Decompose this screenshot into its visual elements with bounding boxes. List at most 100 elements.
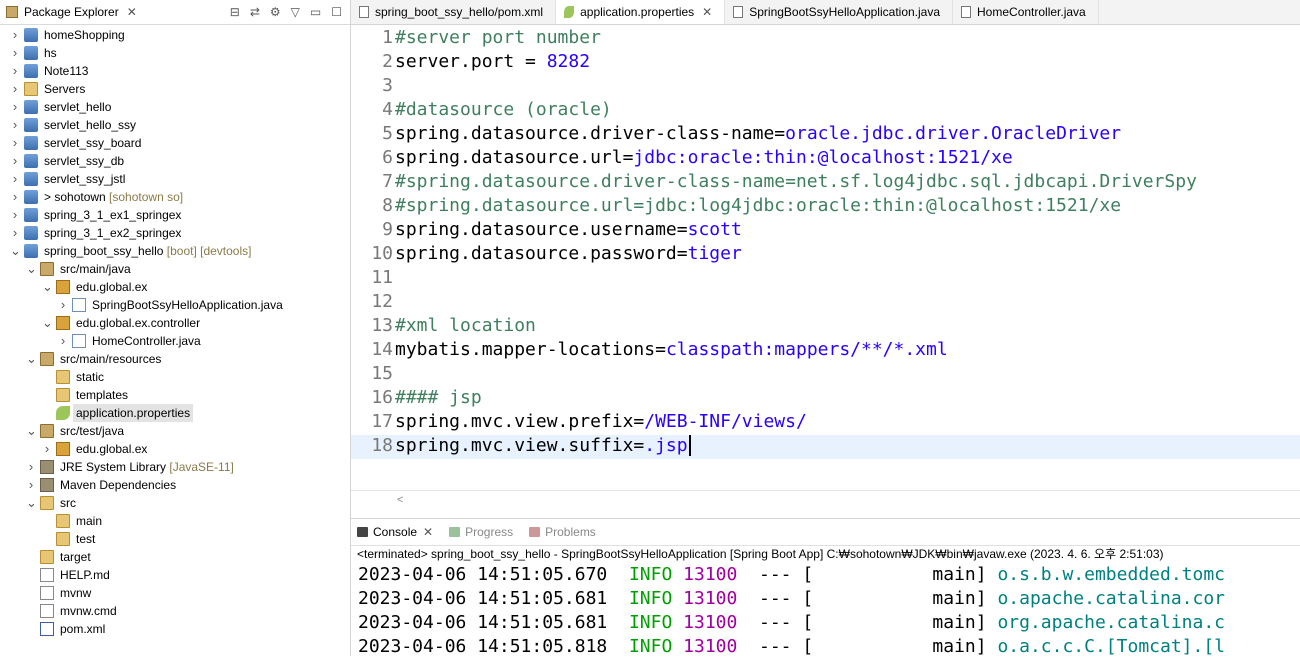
code-line[interactable]: spring.datasource.username=scott [395, 219, 742, 240]
chevron-down-icon[interactable]: ⌄ [42, 314, 53, 332]
tree-item[interactable]: mvnw.cmd [0, 602, 350, 620]
tree-item[interactable]: static [0, 368, 350, 386]
code-line[interactable]: #### jsp [395, 387, 482, 408]
tree-item[interactable]: › servlet_ssy_jstl [0, 170, 350, 188]
chevron-down-icon[interactable]: ⌄ [26, 422, 37, 440]
tree-item[interactable]: templates [0, 386, 350, 404]
console-tab-progress[interactable]: Progress [443, 519, 523, 545]
chevron-down-icon[interactable]: ⌄ [10, 242, 21, 260]
code-line[interactable]: mybatis.mapper-locations=classpath:mappe… [395, 339, 948, 360]
tree-item[interactable]: › servlet_ssy_db [0, 152, 350, 170]
tree-item[interactable]: main [0, 512, 350, 530]
chevron-right-icon[interactable]: › [10, 224, 20, 242]
tree-item[interactable]: › servlet_ssy_board [0, 134, 350, 152]
link-editor-icon[interactable]: ⇄ [250, 5, 260, 19]
code-line[interactable]: spring.mvc.view.prefix=/WEB-INF/views/ [395, 411, 807, 432]
close-icon[interactable]: ✕ [702, 0, 712, 24]
tree-item[interactable]: › edu.global.ex [0, 440, 350, 458]
tree-item[interactable]: › spring_3_1_ex2_springex [0, 224, 350, 242]
chevron-down-icon[interactable]: ⌄ [26, 350, 37, 368]
maximize-icon[interactable]: ☐ [331, 5, 342, 19]
tree-item[interactable]: › homeShopping [0, 26, 350, 44]
tree-item[interactable]: HELP.md [0, 566, 350, 584]
tree-item[interactable]: ⌄ src/main/java [0, 260, 350, 278]
code-line[interactable]: #datasource (oracle) [395, 99, 612, 120]
editor-tab[interactable]: SpringBootSsyHelloApplication.java [725, 0, 954, 24]
lib-icon [40, 460, 54, 474]
tree-item[interactable]: ⌄ edu.global.ex [0, 278, 350, 296]
chevron-right-icon[interactable]: › [26, 458, 36, 476]
tree-item[interactable]: application.properties [0, 404, 350, 422]
chevron-right-icon[interactable]: › [10, 26, 20, 44]
tree-item[interactable]: ⌄ src/main/resources [0, 350, 350, 368]
tree-item-label: test [76, 532, 96, 546]
code-line[interactable]: spring.datasource.driver-class-name=orac… [395, 123, 1121, 144]
chevron-down-icon[interactable]: ⌄ [26, 494, 37, 512]
chevron-down-icon[interactable]: ⌄ [42, 278, 53, 296]
tree-item[interactable]: ⌄ src/test/java [0, 422, 350, 440]
tree-item[interactable]: ⌄ src [0, 494, 350, 512]
chevron-right-icon[interactable]: › [10, 116, 20, 134]
chevron-right-icon[interactable]: › [10, 134, 20, 152]
tree-item[interactable]: › > sohotown [sohotown so] [0, 188, 350, 206]
code-line[interactable]: #server port number [395, 27, 601, 48]
chevron-right-icon[interactable]: › [26, 476, 36, 494]
chevron-right-icon[interactable]: › [42, 440, 52, 458]
code-line[interactable]: spring.datasource.password=tiger [395, 243, 742, 264]
code-line[interactable]: #xml location [395, 315, 536, 336]
minimize-icon[interactable]: ▭ [310, 5, 321, 19]
package-explorer-tab[interactable]: Package Explorer ✕ [0, 0, 141, 24]
tree-item[interactable]: ⌄ spring_boot_ssy_hello [boot] [devtools] [0, 242, 350, 260]
console-tab-problems[interactable]: Problems [523, 519, 606, 545]
chevron-right-icon[interactable]: › [10, 80, 20, 98]
tree-item[interactable]: › HomeController.java [0, 332, 350, 350]
editor-tab[interactable]: HomeController.java [953, 0, 1099, 24]
chevron-right-icon[interactable]: › [10, 152, 20, 170]
tree-item[interactable]: › Servers [0, 80, 350, 98]
tree-item[interactable]: › servlet_hello [0, 98, 350, 116]
log-logger: o.s.b.w.embedded.tomc [997, 564, 1226, 585]
code-line[interactable]: spring.mvc.view.suffix=.jsp [395, 435, 691, 456]
editor-tab[interactable]: spring_boot_ssy_hello/pom.xml [351, 0, 557, 24]
chevron-right-icon[interactable]: › [10, 62, 20, 80]
tree-item[interactable]: › hs [0, 44, 350, 62]
chevron-right-icon[interactable]: › [10, 170, 20, 188]
chevron-down-icon[interactable]: ⌄ [26, 260, 37, 278]
project-icon [24, 118, 38, 132]
code-line[interactable]: #spring.datasource.driver-class-name=net… [395, 171, 1197, 192]
chevron-right-icon[interactable]: › [10, 44, 20, 62]
close-icon[interactable]: ✕ [423, 525, 433, 539]
tree-item[interactable]: mvnw [0, 584, 350, 602]
tree-item-label: spring_boot_ssy_hello [boot] [devtools] [44, 244, 252, 258]
chevron-right-icon[interactable]: › [10, 206, 20, 224]
collapse-all-icon[interactable]: ⊟ [230, 5, 240, 19]
scroll-left-icon[interactable]: < [397, 494, 403, 506]
chevron-right-icon[interactable]: › [58, 332, 68, 350]
view-menu-icon[interactable]: ▽ [291, 5, 300, 19]
chevron-right-icon[interactable]: › [10, 98, 20, 116]
chevron-right-icon[interactable]: › [58, 296, 68, 314]
console-tab-console[interactable]: Console ✕ [351, 519, 444, 545]
tree-item[interactable]: › JRE System Library [JavaSE-11] [0, 458, 350, 476]
code-line[interactable]: spring.datasource.url=jdbc:oracle:thin:@… [395, 147, 1013, 168]
close-icon[interactable]: ✕ [127, 5, 137, 19]
tree-item[interactable]: › Maven Dependencies [0, 476, 350, 494]
line-number: 2 [382, 51, 393, 72]
tree-item[interactable]: › Note113 [0, 62, 350, 80]
folder-icon [56, 370, 70, 384]
editor-tab-label: SpringBootSsyHelloApplication.java [749, 5, 941, 19]
code-line[interactable]: #spring.datasource.url=jdbc:log4jdbc:ora… [395, 195, 1121, 216]
horizontal-scrollbar[interactable]: < [351, 490, 1300, 513]
tree-item[interactable]: target [0, 548, 350, 566]
tree-item[interactable]: › servlet_hello_ssy [0, 116, 350, 134]
tree-item[interactable]: ⌄ edu.global.ex.controller [0, 314, 350, 332]
code-editor[interactable]: 1 #server port number 2 server.port = 8282 3… [351, 25, 1300, 512]
filter-icon[interactable]: ⚙ [270, 5, 281, 19]
tree-item[interactable]: › SpringBootSsyHelloApplication.java [0, 296, 350, 314]
code-line[interactable]: server.port = 8282 [395, 51, 590, 72]
tree-item[interactable]: pom.xml [0, 620, 350, 638]
tree-item[interactable]: test [0, 530, 350, 548]
tree-item[interactable]: › spring_3_1_ex1_springex [0, 206, 350, 224]
chevron-right-icon[interactable]: › [10, 188, 20, 206]
editor-tab[interactable]: application.properties ✕ [556, 0, 726, 24]
